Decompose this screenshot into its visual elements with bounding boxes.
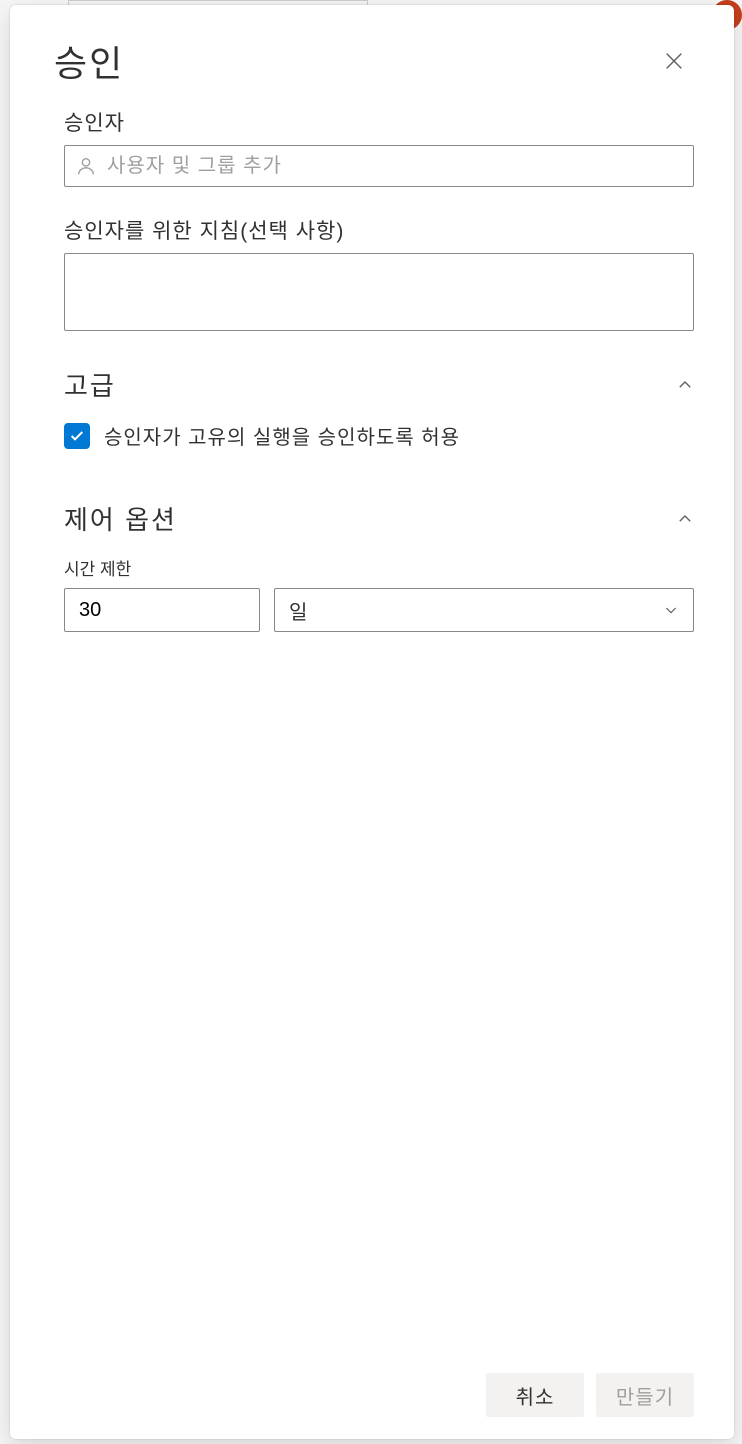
timeout-control-row: 일 <box>64 588 694 632</box>
cancel-button[interactable]: 취소 <box>486 1373 584 1417</box>
chevron-down-icon <box>663 602 679 618</box>
person-icon <box>75 155 97 177</box>
timeout-label: 시간 제한 <box>64 555 694 580</box>
advanced-section-header[interactable]: 고급 <box>64 366 694 403</box>
panel-header: 승인 <box>10 5 734 97</box>
panel-body: 승인자 승인자를 위한 지침(선택 사항) 고급 <box>10 97 734 1363</box>
self-approve-label[interactable]: 승인자가 고유의 실행을 승인하도록 허용 <box>104 421 460 450</box>
control-options-section-title: 제어 옵션 <box>64 500 177 537</box>
checkmark-icon <box>69 428 85 444</box>
instructions-field-group: 승인자를 위한 지침(선택 사항) <box>64 215 694 336</box>
approvers-input[interactable] <box>107 155 683 178</box>
approvers-label: 승인자 <box>64 107 694 137</box>
instructions-textarea[interactable] <box>64 253 694 331</box>
close-button[interactable] <box>654 41 694 81</box>
panel-title: 승인 <box>54 35 124 87</box>
chevron-up-icon <box>676 376 694 394</box>
timeout-value-input[interactable] <box>64 588 260 632</box>
self-approve-checkbox[interactable] <box>64 423 90 449</box>
chevron-up-icon <box>676 510 694 528</box>
instructions-label: 승인자를 위한 지침(선택 사항) <box>64 215 694 245</box>
close-icon <box>663 50 685 72</box>
advanced-section-title: 고급 <box>64 366 116 403</box>
approvers-field-group: 승인자 <box>64 107 694 187</box>
approval-panel: 승인 승인자 승인자를 위한 지침(선택 사항) 고급 <box>10 5 734 1439</box>
panel-footer: 취소 만들기 <box>10 1363 734 1439</box>
timeout-unit-text: 일 <box>289 596 307 625</box>
self-approve-checkbox-row: 승인자가 고유의 실행을 승인하도록 허용 <box>64 421 694 450</box>
control-options-section-header[interactable]: 제어 옵션 <box>64 500 694 537</box>
timeout-unit-dropdown[interactable]: 일 <box>274 588 694 632</box>
create-button[interactable]: 만들기 <box>596 1373 694 1417</box>
approvers-people-picker[interactable] <box>64 145 694 187</box>
